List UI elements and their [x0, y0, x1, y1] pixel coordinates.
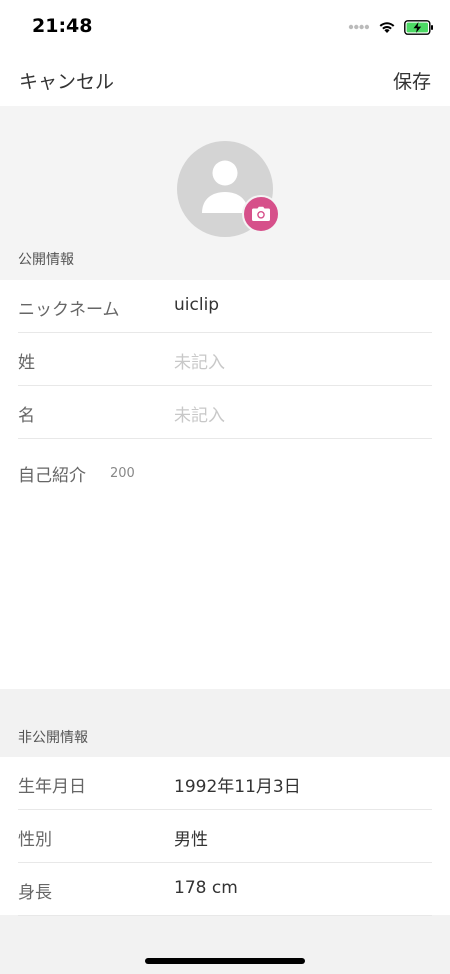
height-value[interactable]: 178 cm [174, 878, 238, 898]
private-info-section: 生年月日 1992年11月3日 性別 男性 身長 178 cm [0, 757, 450, 916]
height-row[interactable]: 身長 178 cm [18, 863, 432, 916]
last-name-row[interactable]: 姓 未記入 [18, 333, 432, 386]
signal-dots-icon [348, 24, 370, 30]
height-label: 身長 [18, 883, 52, 903]
first-name-field[interactable]: 未記入 [174, 401, 225, 426]
nickname-label: ニックネーム [18, 300, 120, 320]
profile-photo-area: 公開情報 [0, 106, 450, 280]
camera-icon [252, 206, 270, 221]
gender-label: 性別 [18, 830, 52, 850]
gender-row[interactable]: 性別 男性 [18, 810, 432, 863]
wifi-icon [379, 22, 395, 33]
battery-charging-icon [404, 19, 433, 35]
bio-textarea[interactable] [150, 450, 432, 680]
gender-value[interactable]: 男性 [174, 825, 208, 850]
first-name-row[interactable]: 名 未記入 [18, 386, 432, 439]
home-indicator [145, 958, 305, 964]
status-time: 21:48 [32, 15, 93, 37]
bio-char-counter: 200 [110, 466, 135, 481]
bio-label: 自己紹介 [18, 466, 86, 486]
public-section-label: 公開情報 [18, 252, 74, 268]
save-button[interactable]: 保存 [393, 67, 431, 94]
private-section-label: 非公開情報 [18, 730, 88, 746]
cancel-button[interactable]: キャンセル [19, 67, 114, 94]
first-name-label: 名 [18, 406, 35, 426]
birthday-row[interactable]: 生年月日 1992年11月3日 [18, 757, 432, 810]
status-icons [348, 18, 434, 36]
nickname-row[interactable]: ニックネーム uiclip [18, 280, 432, 333]
nav-bar: キャンセル 保存 [0, 52, 450, 106]
status-bar: 21:48 [0, 0, 450, 52]
last-name-field[interactable]: 未記入 [174, 348, 225, 373]
nickname-value[interactable]: uiclip [174, 295, 219, 315]
birthday-value[interactable]: 1992年11月3日 [174, 772, 301, 797]
birthday-label: 生年月日 [18, 777, 86, 797]
last-name-label: 姓 [18, 353, 35, 373]
change-photo-button[interactable] [242, 195, 280, 233]
